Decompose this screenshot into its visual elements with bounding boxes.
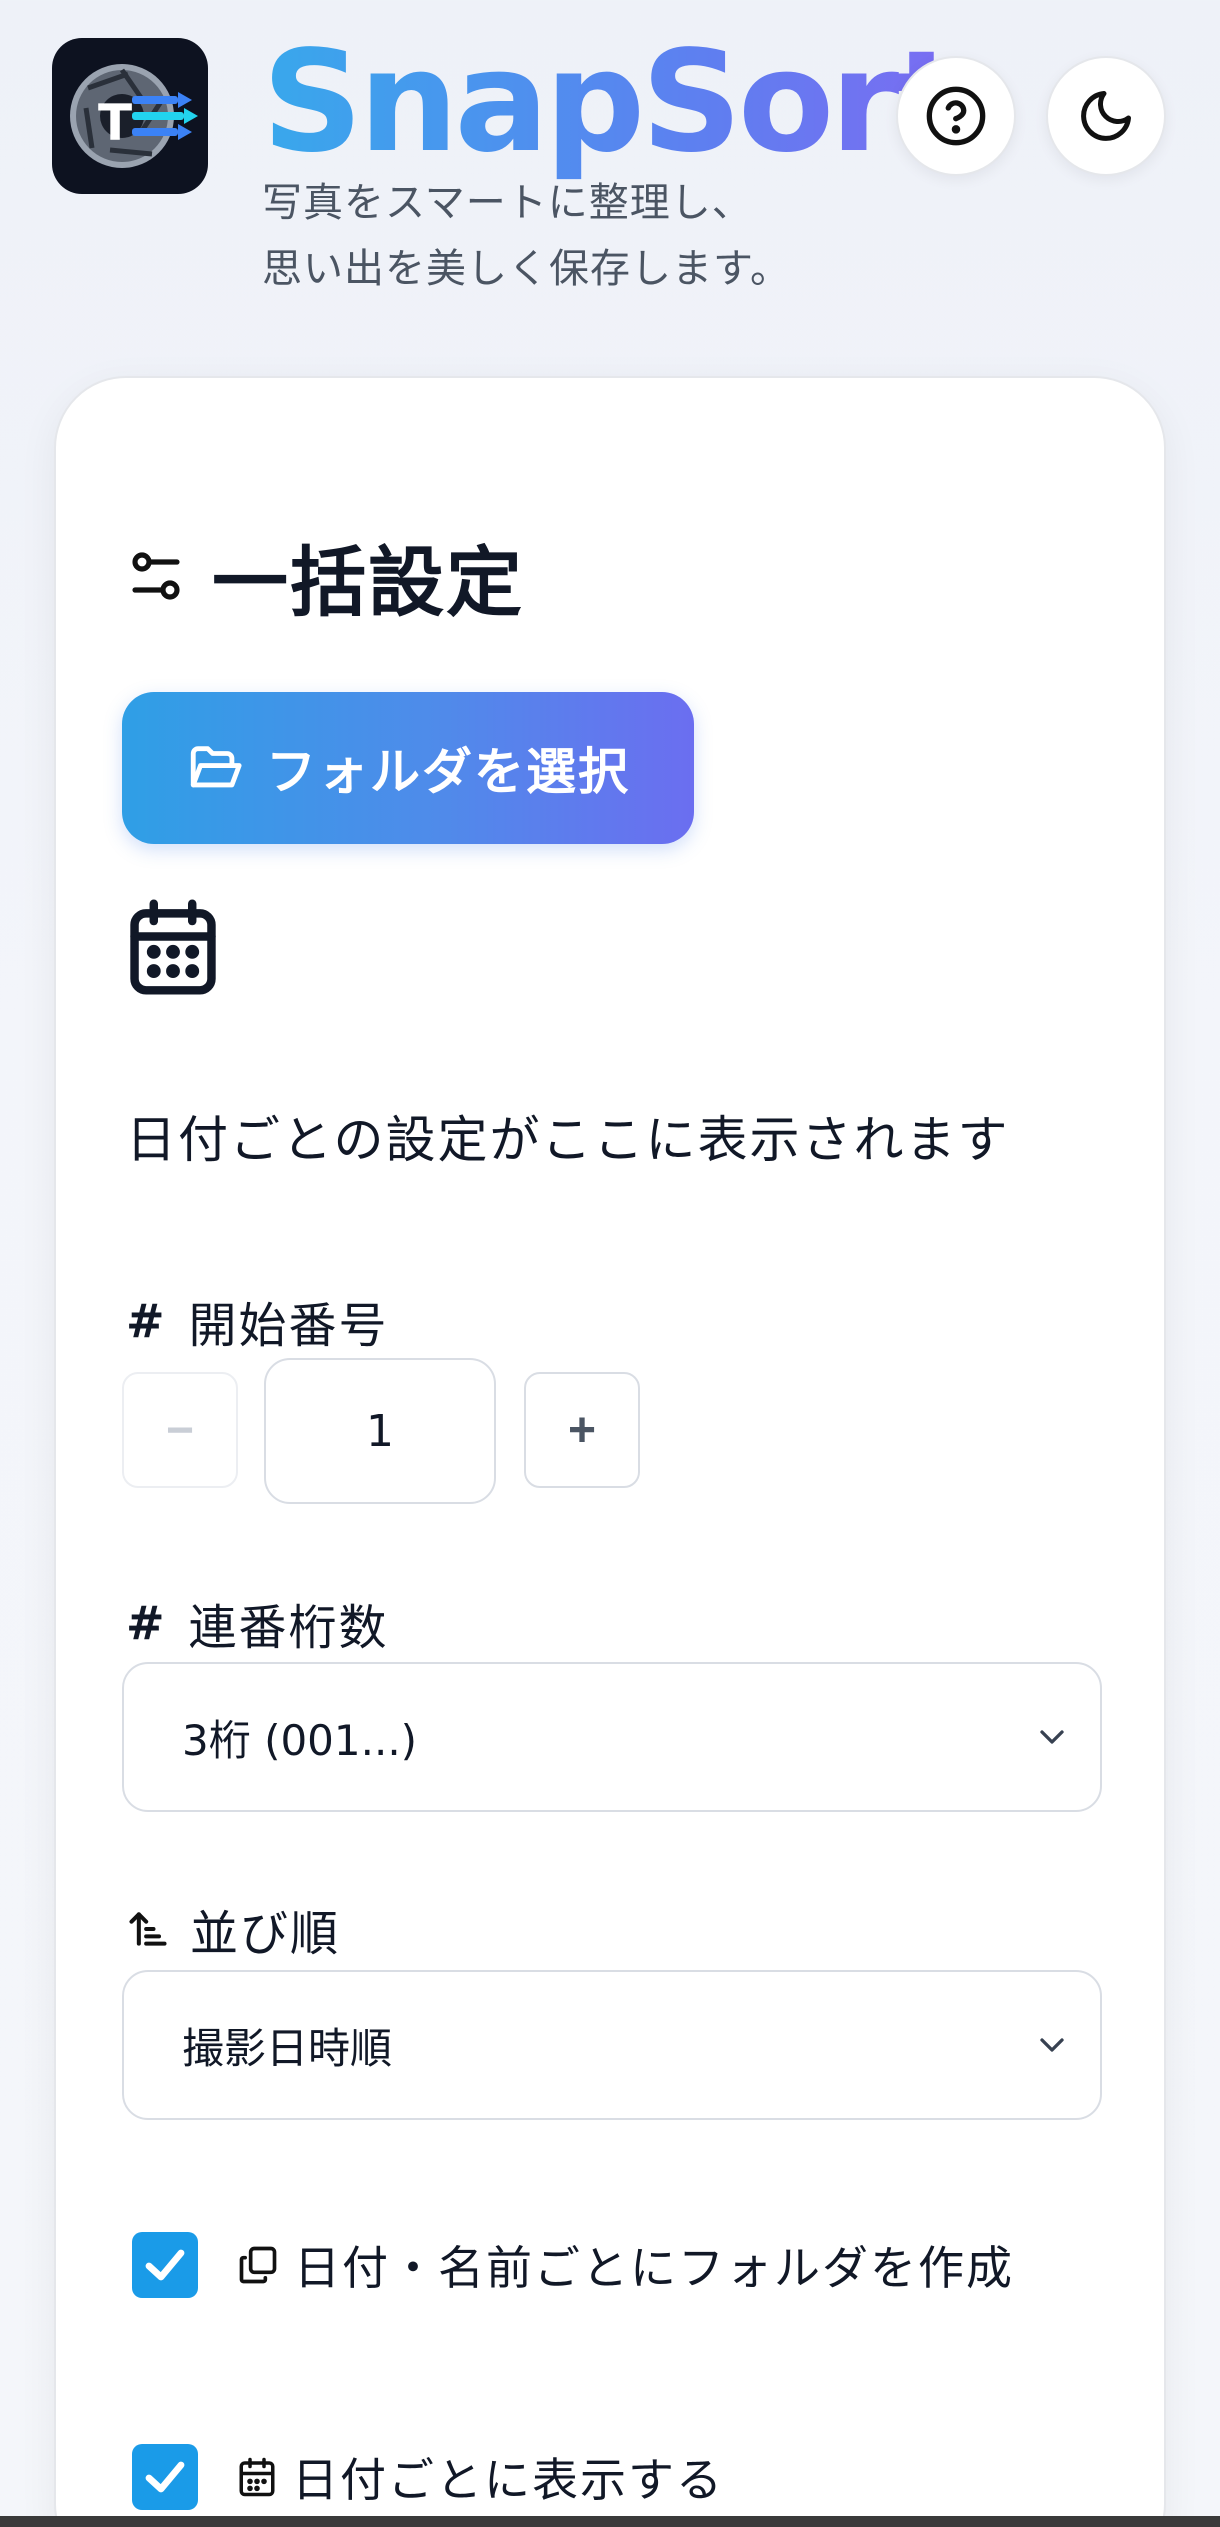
tagline-line-1: 写真をスマートに整理し、 [262,180,753,226]
tagline-line-2: 思い出を美しく保存します。 [262,246,791,292]
bottom-edge-bar [0,2516,1220,2527]
hash-icon: # [126,1596,167,1650]
app-tagline: 写真をスマートに整理し、 思い出を美しく保存します。 [262,170,791,302]
select-folder-label: フォルダを選択 [266,744,630,800]
help-icon [924,84,988,148]
sliders-icon [128,548,184,604]
decrement-button[interactable]: − [122,1372,238,1488]
sort-icon [126,1907,170,1951]
chevron-down-icon [1032,2025,1072,2065]
sort-order-selected-value: 撮影日時順 [182,2023,393,2073]
digits-label-text: 連番桁数 [188,1600,389,1656]
chevron-down-icon [1032,1717,1072,1757]
calendar-icon [236,2456,278,2498]
folder-open-icon [186,739,244,797]
app-header: T SnapSort 写真をスマートに整理し、 思い出を美しく保存します。 [0,0,1220,330]
create-folders-option[interactable]: 日付・名前ごとにフォルダを作成 [132,2232,1014,2298]
digits-select[interactable]: 3桁 (001...) [122,1662,1102,1812]
moon-icon [1076,86,1136,146]
increment-button[interactable]: + [524,1372,640,1488]
card-header: 一括設定 [128,526,524,627]
app-title: SnapSort [262,18,962,188]
hash-icon: # [126,1294,167,1348]
create-folders-checkbox[interactable] [132,2232,198,2298]
start-number-input[interactable]: 1 [264,1358,496,1504]
digits-selected-value: 3桁 (001...) [182,1715,418,1765]
app-logo-icon: T [52,38,208,194]
create-folders-label: 日付・名前ごとにフォルダを作成 [294,2241,1014,2295]
card-title: 一括設定 [212,538,524,627]
show-by-date-checkbox[interactable] [132,2444,198,2510]
help-button[interactable] [896,56,1016,176]
sort-order-label-text: 並び順 [190,1906,341,1962]
sort-order-label: 並び順 [126,1894,340,1964]
show-by-date-label: 日付ごとに表示する [292,2453,724,2507]
start-number-label-text: 開始番号 [188,1298,389,1354]
digits-label: # 連番桁数 [126,1588,389,1658]
theme-toggle-button[interactable] [1046,56,1166,176]
date-settings-placeholder: 日付ごとの設定がここに表示されます [126,1111,1010,1169]
check-icon [145,2461,185,2493]
select-folder-button[interactable]: フォルダを選択 [122,692,694,844]
copy-icon [236,2243,280,2287]
start-number-label: # 開始番号 [126,1286,389,1356]
show-by-date-option[interactable]: 日付ごとに表示する [132,2444,724,2510]
check-icon [145,2249,185,2281]
calendar-icon [126,898,220,1002]
batch-settings-card: 一括設定 フォルダを選択 日付ごとの設定がここに表示されます # 開始番号 − … [54,376,1166,2527]
svg-text:T: T [98,94,132,152]
sort-order-select[interactable]: 撮影日時順 [122,1970,1102,2120]
